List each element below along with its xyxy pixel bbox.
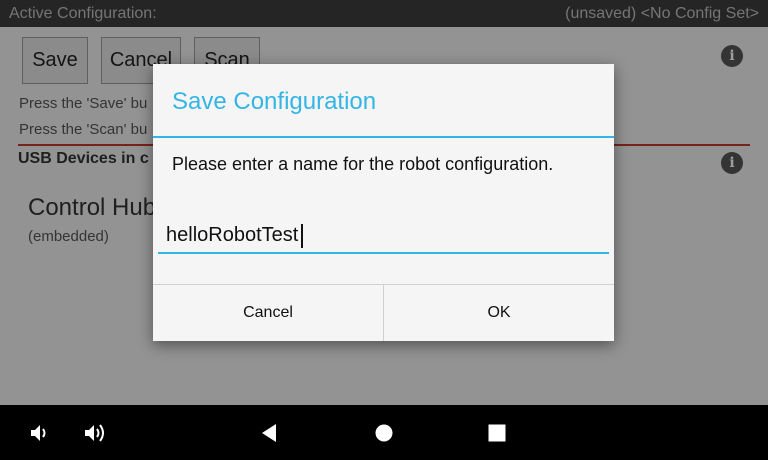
app-screen: Active Configuration: (unsaved) <No Conf…	[0, 0, 768, 405]
back-icon[interactable]	[256, 405, 282, 460]
config-name-input[interactable]	[158, 218, 609, 254]
recents-icon[interactable]	[484, 405, 510, 460]
volume-up-icon[interactable]	[80, 405, 110, 460]
dialog-cancel-button[interactable]: Cancel	[153, 285, 383, 341]
dialog-title-divider	[153, 136, 614, 138]
text-cursor	[301, 224, 303, 248]
system-nav-bar	[0, 405, 768, 460]
dialog-ok-button[interactable]: OK	[384, 285, 614, 341]
home-icon[interactable]	[371, 405, 397, 460]
volume-down-icon[interactable]	[24, 405, 54, 460]
save-config-dialog: Save Configuration Please enter a name f…	[153, 64, 614, 341]
dialog-message: Please enter a name for the robot config…	[172, 154, 554, 174]
dialog-title: Save Configuration	[172, 88, 377, 115]
